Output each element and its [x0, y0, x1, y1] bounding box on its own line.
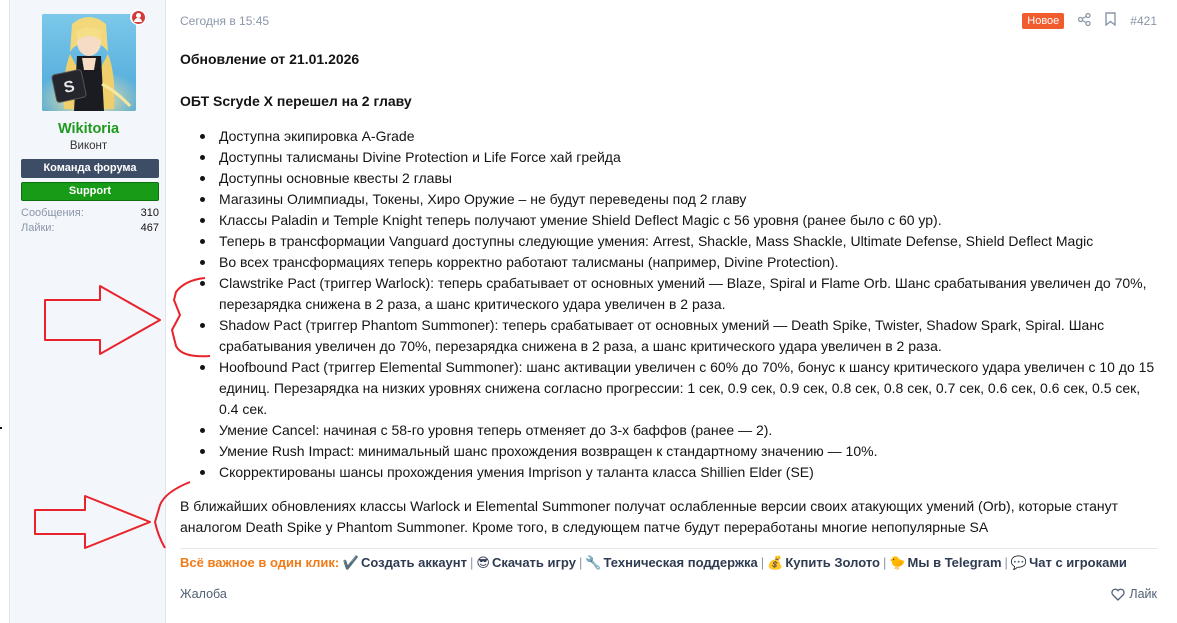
list-item: Clawstrike Pact (триггер Warlock): тепер… — [200, 273, 1160, 315]
new-badge: Новое — [1022, 13, 1065, 29]
user-status-icon — [130, 9, 146, 25]
link-download-game-label: Скачать игру — [491, 555, 576, 570]
sunglasses-icon: 😎 — [476, 555, 490, 570]
link-tech-support[interactable]: 🔧 Техническая поддержка — [585, 555, 757, 570]
post-outro: В ближайших обновлениях классы Warlock и… — [180, 498, 1119, 535]
list-item: Умение Rush Impact: минимальный шанс про… — [200, 441, 1160, 462]
author-username[interactable]: Wikitoria — [10, 121, 167, 137]
speech-bubble-icon: 💬 — [1010, 555, 1028, 570]
avatar[interactable]: S — [42, 14, 136, 111]
list-item: Теперь в трансформации Vanguard доступны… — [200, 231, 1160, 252]
author-title: Виконт — [69, 140, 108, 152]
post-number-link[interactable]: #421 — [1130, 14, 1157, 28]
list-item: Скорректированы шансы прохождения умения… — [200, 462, 1160, 483]
like-button[interactable]: Лайк — [1111, 587, 1157, 601]
link-download-game[interactable]: 😎 Скачать игру — [476, 555, 576, 570]
list-item: Доступна экипировка A-Grade — [200, 126, 1160, 147]
heart-icon — [1111, 588, 1126, 601]
link-buy-gold[interactable]: 💰 Купить Золото — [767, 555, 880, 570]
list-item: Умение Cancel: начиная с 58-го уровня те… — [200, 420, 1160, 441]
signature-links-bar: Всё важное в один клик: ✔️ Создать аккаун… — [180, 548, 1158, 571]
list-item: Магазины Олимпиады, Токены, Хиро Оружие … — [200, 189, 1160, 210]
stat-messages-value: 310 — [140, 207, 159, 219]
list-item: Hoofbound Pact (триггер Elemental Summon… — [200, 357, 1160, 420]
link-tech-support-label: Техническая поддержка — [603, 555, 758, 570]
links-lead: Всё важное в один клик: — [180, 555, 340, 570]
stat-likes-label: Лайки: — [21, 222, 55, 234]
wrench-icon: 🔧 — [585, 555, 602, 570]
post-date[interactable]: Сегодня в 15:45 — [180, 14, 269, 28]
share-icon[interactable] — [1078, 12, 1091, 30]
checkmark-icon: ✔️ — [342, 555, 360, 570]
link-telegram[interactable]: 🐤 Мы в Telegram — [889, 555, 1001, 570]
post-content: Обновление от 21.01.2026 ОБТ Scryde X пе… — [180, 49, 1160, 538]
stat-likes-value: 467 — [140, 222, 159, 234]
link-create-account-label: Создать аккаунт — [361, 555, 468, 570]
post-subheading: ОБТ Scryde X перешел на 2 главу — [180, 93, 412, 109]
link-chat[interactable]: 💬 Чат с игроками — [1011, 555, 1127, 570]
list-item: Классы Paladin и Temple Knight теперь по… — [200, 210, 1160, 231]
link-telegram-label: Мы в Telegram — [907, 555, 1002, 570]
report-button[interactable]: Жалоба — [180, 587, 227, 601]
like-label: Лайк — [1129, 587, 1157, 601]
list-item: Доступны основные квесты 2 главы — [200, 168, 1160, 189]
avatar-image: S — [42, 14, 136, 111]
link-chat-label: Чат с игроками — [1029, 555, 1127, 570]
post-actions: Новое #421 — [1022, 12, 1157, 30]
post-heading: Обновление от 21.01.2026 — [180, 51, 360, 67]
stat-messages-label: Сообщения: — [21, 207, 84, 219]
stat-likes: Лайки: 467 — [21, 222, 159, 234]
banner-support: Support — [21, 182, 159, 201]
changes-list: Доступна экипировка A-Grade Доступны тал… — [180, 126, 1160, 483]
money-bag-icon: 💰 — [767, 555, 784, 570]
link-buy-gold-label: Купить Золото — [785, 555, 880, 570]
stat-messages: Сообщения: 310 — [21, 207, 159, 219]
list-item: Доступны талисманы Divine Protection и L… — [200, 147, 1160, 168]
list-item: Shadow Pact (триггер Phantom Summoner): … — [200, 315, 1160, 357]
link-create-account[interactable]: ✔️ Создать аккаунт — [343, 555, 467, 570]
bird-icon: 🐤 — [889, 555, 906, 570]
author-sidebar: S Wikitoria Виконт Команда форума Suppor… — [9, 0, 166, 623]
banner-forum-team: Команда форума — [21, 159, 159, 178]
bookmark-icon[interactable] — [1105, 12, 1116, 30]
list-item: Во всех трансформациях теперь корректно … — [200, 252, 1160, 273]
